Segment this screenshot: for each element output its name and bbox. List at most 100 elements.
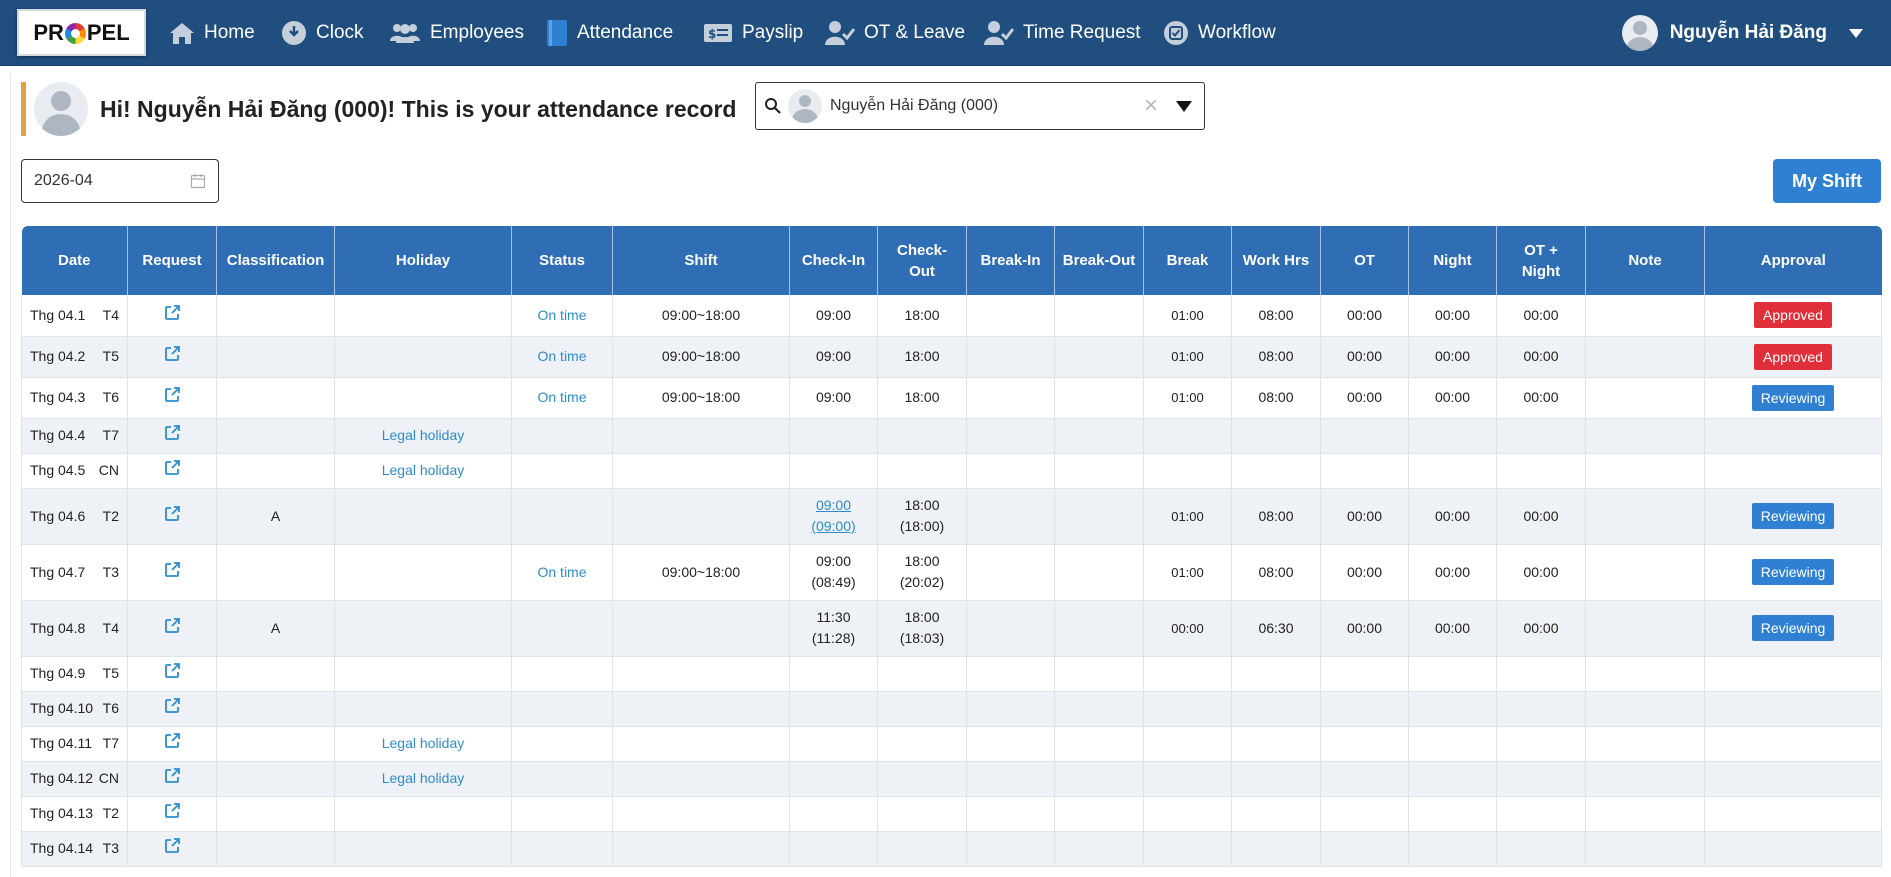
table-row: Thg 04.7 T3 On time 09:00~18:00 09:00 (08:49)…: [21, 544, 1882, 601]
day-of-week: T4: [102, 306, 119, 323]
external-link-icon[interactable]: [164, 662, 181, 685]
check-in-cell[interactable]: 09:00 (09:00): [789, 488, 878, 545]
work-hrs-cell: [1231, 761, 1321, 797]
nav-ot-leave[interactable]: OT & Leave: [825, 0, 965, 66]
status-badge[interactable]: Reviewing: [1751, 384, 1835, 411]
external-link-icon[interactable]: [164, 617, 181, 640]
classification-cell: [216, 544, 335, 601]
external-link-icon[interactable]: [164, 345, 181, 368]
external-link-icon[interactable]: [164, 732, 181, 755]
work-hrs-cell: 08:00: [1231, 336, 1321, 378]
note-cell: [1585, 691, 1705, 727]
status-badge[interactable]: Reviewing: [1751, 503, 1835, 529]
day-of-week: T5: [102, 665, 119, 681]
work-hrs-cell: 06:30: [1231, 600, 1321, 657]
clear-icon[interactable]: ×: [1144, 92, 1158, 120]
external-link-icon[interactable]: [164, 505, 181, 528]
ot-cell: [1320, 418, 1409, 454]
holiday-cell: Legal holiday: [334, 418, 512, 454]
note-cell: [1585, 831, 1705, 867]
check-out-cell: 18:00: [877, 295, 967, 337]
ot-night-cell: [1496, 656, 1586, 692]
holiday-cell: [334, 336, 512, 378]
column-header-note: Note: [1585, 226, 1705, 295]
status-badge[interactable]: Reviewing: [1751, 559, 1835, 585]
break-cell: [1143, 796, 1232, 832]
ot-night-cell: [1496, 796, 1586, 832]
break-cell: 00:00: [1143, 600, 1232, 657]
external-link-icon[interactable]: [164, 561, 181, 584]
day-of-week: CN: [98, 462, 119, 478]
nav-workflow[interactable]: Workflow: [1163, 0, 1276, 66]
nav-time-request[interactable]: Time Request: [984, 0, 1141, 66]
break-out-cell: [1054, 831, 1144, 867]
work-hrs-cell: 08:00: [1231, 544, 1321, 601]
table-body: Thg 04.1 T4 On time 09:00~18:00 09:00 18:00 01…: [21, 295, 1882, 867]
dropdown-arrow-icon[interactable]: [1176, 100, 1192, 112]
day-of-week: T5: [102, 348, 119, 364]
employee-select[interactable]: Nguyễn Hải Đăng (000) ×: [755, 82, 1205, 130]
external-link-icon[interactable]: [164, 304, 181, 327]
date-cell: Thg 04.7 T3: [21, 544, 128, 601]
external-link-icon[interactable]: [164, 459, 181, 482]
classification-cell: [216, 418, 335, 454]
night-cell: [1408, 453, 1497, 489]
chevron-down-icon[interactable]: [1849, 28, 1863, 38]
holiday-cell: [334, 691, 512, 727]
status-badge[interactable]: Reviewing: [1751, 615, 1835, 641]
check-out-cell: [877, 453, 967, 489]
table-row: Thg 04.9 T5: [21, 656, 1882, 692]
external-link-icon[interactable]: [164, 802, 181, 825]
request-cell: [127, 691, 217, 727]
shift-cell: 09:00~18:00: [612, 377, 790, 419]
nav-home[interactable]: Home: [169, 0, 255, 66]
classification-cell: [216, 295, 335, 337]
classification-cell: A: [216, 488, 335, 545]
status-cell: [511, 796, 613, 832]
external-link-icon[interactable]: [164, 697, 181, 720]
external-link-icon[interactable]: [164, 767, 181, 790]
day-of-week: T7: [102, 735, 119, 751]
shift-cell: [612, 453, 790, 489]
status-badge[interactable]: Approved: [1754, 302, 1832, 329]
status-cell: [511, 831, 613, 867]
day-of-week: T6: [102, 389, 119, 405]
external-link-icon[interactable]: [164, 424, 181, 447]
ot-night-cell: 00:00: [1496, 295, 1586, 337]
nav-attendance[interactable]: Attendance: [546, 0, 673, 66]
calendar-icon: [190, 174, 206, 189]
nav-payslip[interactable]: $ Payslip: [703, 0, 803, 66]
status-cell: [511, 488, 613, 545]
payslip-icon: $: [704, 24, 732, 42]
date-label: Thg 04.9: [30, 665, 86, 681]
month-picker[interactable]: 2026-04: [21, 159, 219, 203]
ot-night-cell: 00:00: [1496, 600, 1586, 657]
external-link-icon[interactable]: [164, 837, 181, 860]
column-header-break-out: Break-Out: [1054, 226, 1144, 295]
status-cell: On time: [511, 544, 613, 601]
break-out-cell: [1054, 544, 1144, 601]
external-link-icon[interactable]: [164, 386, 181, 409]
holiday-cell: [334, 544, 512, 601]
user-menu[interactable]: Nguyễn Hải Đăng: [1621, 0, 1863, 66]
check-out-cell: [877, 691, 967, 727]
date-label: Thg 04.2: [30, 348, 86, 364]
check-in-cell: [789, 656, 878, 692]
ot-cell: 00:00: [1320, 336, 1409, 378]
nav-employees[interactable]: Employees: [389, 0, 524, 66]
time-request-icon: [984, 21, 1014, 45]
approval-cell: [1704, 831, 1882, 867]
holiday-cell: Legal holiday: [334, 726, 512, 762]
employee-avatar: [788, 89, 822, 123]
work-hrs-cell: 08:00: [1231, 377, 1321, 419]
work-hrs-cell: [1231, 726, 1321, 762]
request-cell: [127, 418, 217, 454]
break-in-cell: [966, 691, 1055, 727]
status-cell: On time: [511, 295, 613, 337]
propel-logo[interactable]: PR PEL: [17, 9, 146, 56]
work-hrs-cell: 08:00: [1231, 488, 1321, 545]
status-badge[interactable]: Approved: [1754, 343, 1832, 370]
note-cell: [1585, 295, 1705, 337]
my-shift-button[interactable]: My Shift: [1773, 159, 1881, 203]
nav-clock[interactable]: Clock: [281, 0, 364, 66]
